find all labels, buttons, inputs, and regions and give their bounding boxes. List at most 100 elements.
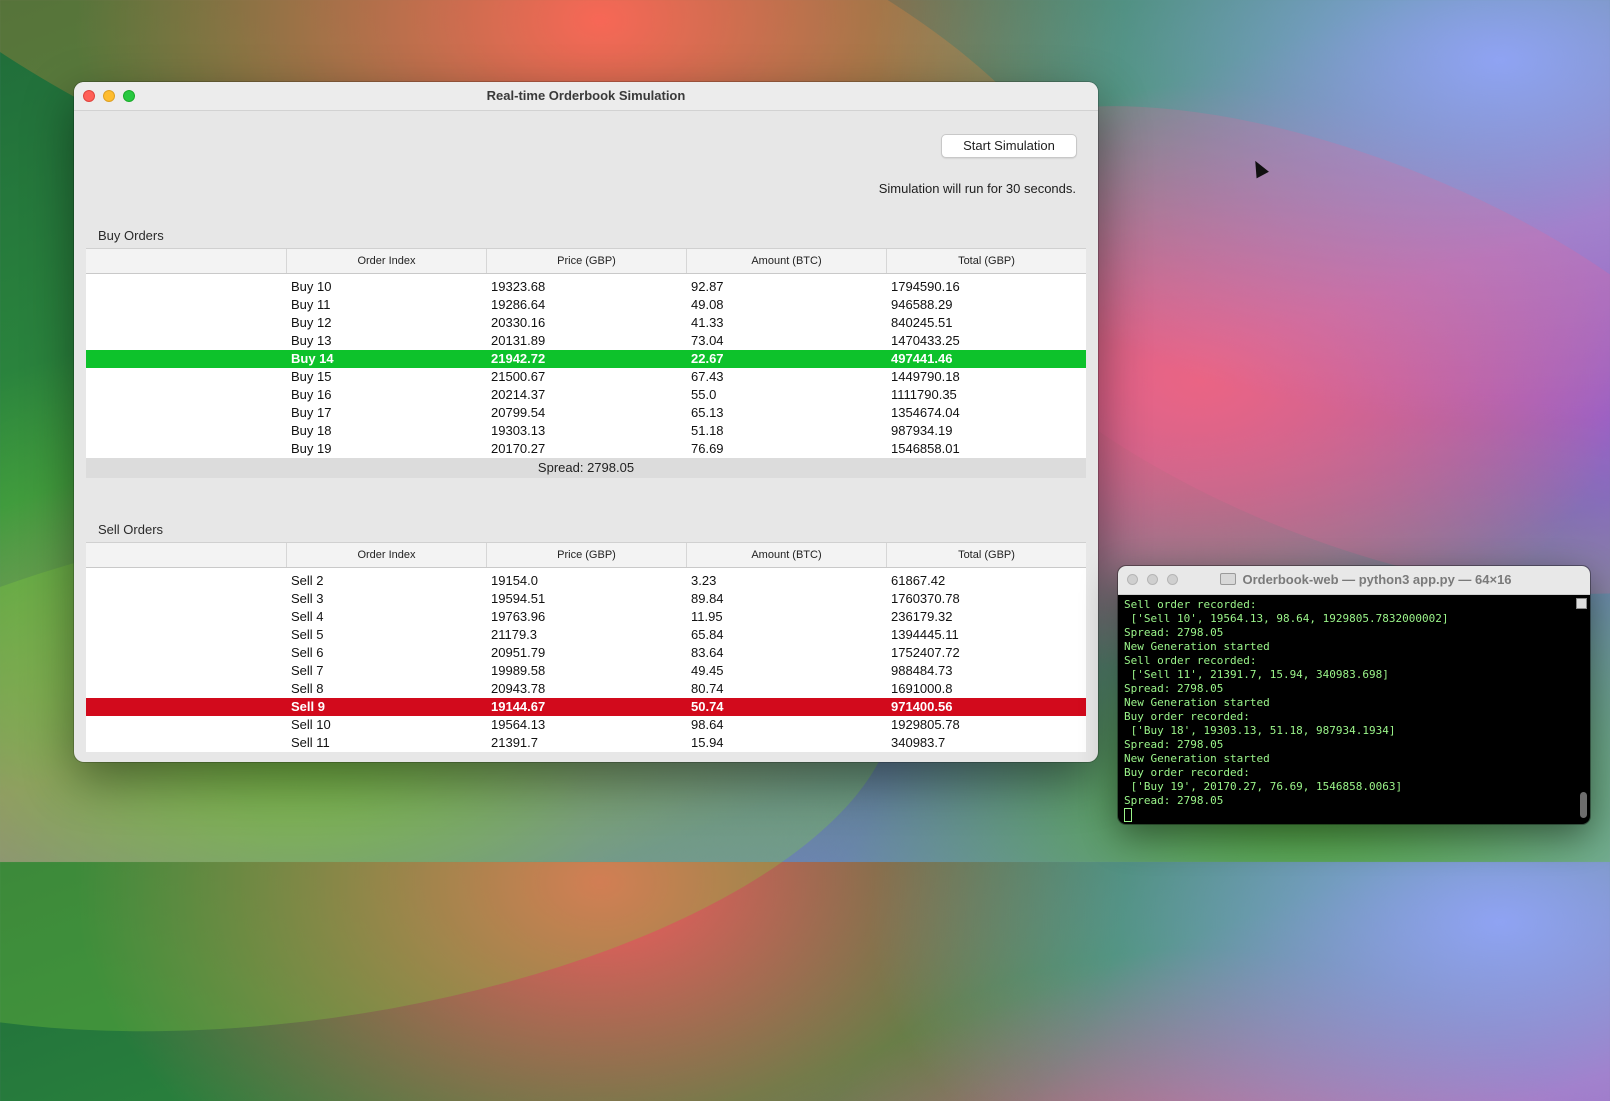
- row-blank-cell: [86, 422, 286, 440]
- order-index-cell: Buy 12: [291, 315, 332, 330]
- table-row[interactable]: Sell 5 21179.3 65.84 1394445.11: [86, 626, 1086, 644]
- amount-cell: 76.69: [691, 441, 724, 456]
- order-index-cell: Buy 14: [291, 351, 334, 366]
- terminal-title: Orderbook-web — python3 app.py — 64×16: [1196, 572, 1512, 587]
- price-cell: 21179.3: [491, 627, 538, 642]
- table-row[interactable]: Buy 19 20170.27 76.69 1546858.01: [86, 440, 1086, 458]
- table-row[interactable]: Buy 17 20799.54 65.13 1354674.04: [86, 404, 1086, 422]
- column-header-order-index[interactable]: Order Index: [286, 249, 486, 273]
- column-header-price[interactable]: Price (GBP): [486, 249, 686, 273]
- terminal-titlebar: Orderbook-web — python3 app.py — 64×16: [1118, 566, 1590, 595]
- row-blank-cell: [86, 716, 286, 734]
- close-window-button[interactable]: [83, 90, 95, 102]
- table-row[interactable]: Buy 13 20131.89 73.04 1470433.25: [86, 332, 1086, 350]
- price-cell: 21391.7: [491, 735, 538, 750]
- row-blank-cell: [86, 278, 286, 296]
- row-blank-cell: [86, 644, 286, 662]
- terminal-line: Spread: 2798.05: [1124, 738, 1224, 751]
- terminal-minimize-button[interactable]: [1147, 574, 1158, 585]
- simulation-duration-note: Simulation will run for 30 seconds.: [878, 181, 1076, 196]
- price-cell: 21500.67: [491, 369, 546, 384]
- terminal-line: ['Buy 19', 20170.27, 76.69, 1546858.0063…: [1124, 780, 1403, 793]
- terminal-line: New Generation started: [1124, 640, 1270, 653]
- table-row[interactable]: Sell 7 19989.58 49.45 988484.73: [86, 662, 1086, 680]
- total-cell: 1354674.04: [891, 405, 960, 420]
- terminal-title-text: Orderbook-web — python3 app.py — 64×16: [1242, 572, 1512, 587]
- table-row[interactable]: Sell 8 20943.78 80.74 1691000.8: [86, 680, 1086, 698]
- terminal-scroll-toggle-icon[interactable]: [1576, 598, 1587, 609]
- price-cell: 20799.54: [491, 405, 546, 420]
- orderbook-window: Real-time Orderbook Simulation Start Sim…: [74, 82, 1098, 762]
- row-blank-cell: [86, 662, 286, 680]
- table-row[interactable]: Buy 12 20330.16 41.33 840245.51: [86, 314, 1086, 332]
- window-titlebar: Real-time Orderbook Simulation: [74, 82, 1098, 111]
- zoom-window-button[interactable]: [123, 90, 135, 102]
- price-cell: 19144.67: [491, 699, 546, 714]
- terminal-close-button[interactable]: [1127, 574, 1138, 585]
- column-header-amount[interactable]: Amount (BTC): [686, 543, 886, 567]
- minimize-window-button[interactable]: [103, 90, 115, 102]
- row-blank-cell: [86, 680, 286, 698]
- terminal-line: Buy order recorded:: [1124, 710, 1250, 723]
- table-row[interactable]: Buy 15 21500.67 67.43 1449790.18: [86, 368, 1086, 386]
- sell-table-body: Sell 2 19154.0 3.23 61867.42 Sell 3 19594.51 8…: [86, 568, 1086, 752]
- column-header-total[interactable]: Total (GBP): [886, 543, 1086, 567]
- total-cell: 497441.46: [891, 351, 953, 366]
- row-blank-cell: [86, 404, 286, 422]
- row-blank-cell: [86, 626, 286, 644]
- table-row[interactable]: Sell 10 19564.13 98.64 1929805.78: [86, 716, 1086, 734]
- table-row[interactable]: Buy 14 21942.72 22.67 497441.46: [86, 350, 1086, 368]
- table-row[interactable]: Buy 10 19323.68 92.87 1794590.16: [86, 278, 1086, 296]
- sell-orders-table: Order Index Price (GBP) Amount (BTC) Tot…: [86, 542, 1086, 752]
- table-row[interactable]: Buy 16 20214.37 55.0 1111790.35: [86, 386, 1086, 404]
- terminal-zoom-button[interactable]: [1167, 574, 1178, 585]
- amount-cell: 92.87: [691, 279, 724, 294]
- total-cell: 946588.29: [891, 297, 953, 312]
- amount-cell: 65.84: [691, 627, 724, 642]
- terminal-scrollbar[interactable]: [1580, 792, 1587, 818]
- amount-cell: 3.23: [691, 573, 717, 588]
- column-header-blank[interactable]: [86, 543, 286, 567]
- folder-icon: [1220, 573, 1237, 585]
- table-row[interactable]: Sell 2 19154.0 3.23 61867.42: [86, 572, 1086, 590]
- row-blank-cell: [86, 572, 286, 590]
- table-row[interactable]: Sell 4 19763.96 11.95 236179.32: [86, 608, 1086, 626]
- table-row[interactable]: Sell 6 20951.79 83.64 1752407.72: [86, 644, 1086, 662]
- total-cell: 1449790.18: [891, 369, 960, 384]
- table-row[interactable]: Buy 18 19303.13 51.18 987934.19: [86, 422, 1086, 440]
- column-header-blank[interactable]: [86, 249, 286, 273]
- terminal-line: Sell order recorded:: [1124, 654, 1257, 667]
- buy-orders-label: Buy Orders: [98, 228, 164, 243]
- sell-table-header: Order Index Price (GBP) Amount (BTC) Tot…: [86, 543, 1086, 568]
- start-simulation-button[interactable]: Start Simulation: [941, 134, 1077, 158]
- amount-cell: 65.13: [691, 405, 724, 420]
- amount-cell: 67.43: [691, 369, 724, 384]
- terminal-output[interactable]: Sell order recorded: ['Sell 10', 19564.1…: [1118, 595, 1590, 824]
- order-index-cell: Sell 8: [291, 681, 324, 696]
- row-blank-cell: [86, 734, 286, 752]
- table-row[interactable]: Sell 3 19594.51 89.84 1760370.78: [86, 590, 1086, 608]
- amount-cell: 73.04: [691, 333, 724, 348]
- row-blank-cell: [86, 386, 286, 404]
- column-header-price[interactable]: Price (GBP): [486, 543, 686, 567]
- column-header-amount[interactable]: Amount (BTC): [686, 249, 886, 273]
- order-index-cell: Sell 9: [291, 699, 325, 714]
- total-cell: 840245.51: [891, 315, 953, 330]
- order-index-cell: Buy 11: [291, 297, 331, 312]
- amount-cell: 22.67: [691, 351, 724, 366]
- table-row[interactable]: Sell 9 19144.67 50.74 971400.56: [86, 698, 1086, 716]
- order-index-cell: Sell 7: [291, 663, 324, 678]
- total-cell: 1111790.35: [891, 387, 957, 402]
- table-row[interactable]: Buy 11 19286.64 49.08 946588.29: [86, 296, 1086, 314]
- total-cell: 61867.42: [891, 573, 946, 588]
- row-blank-cell: [86, 296, 286, 314]
- order-index-cell: Buy 16: [291, 387, 332, 402]
- amount-cell: 89.84: [691, 591, 724, 606]
- price-cell: 19323.68: [491, 279, 546, 294]
- column-header-order-index[interactable]: Order Index: [286, 543, 486, 567]
- table-row[interactable]: Sell 11 21391.7 15.94 340983.7: [86, 734, 1086, 752]
- window-title: Real-time Orderbook Simulation: [486, 88, 686, 103]
- price-cell: 19154.0: [491, 573, 538, 588]
- order-index-cell: Sell 10: [291, 717, 331, 732]
- column-header-total[interactable]: Total (GBP): [886, 249, 1086, 273]
